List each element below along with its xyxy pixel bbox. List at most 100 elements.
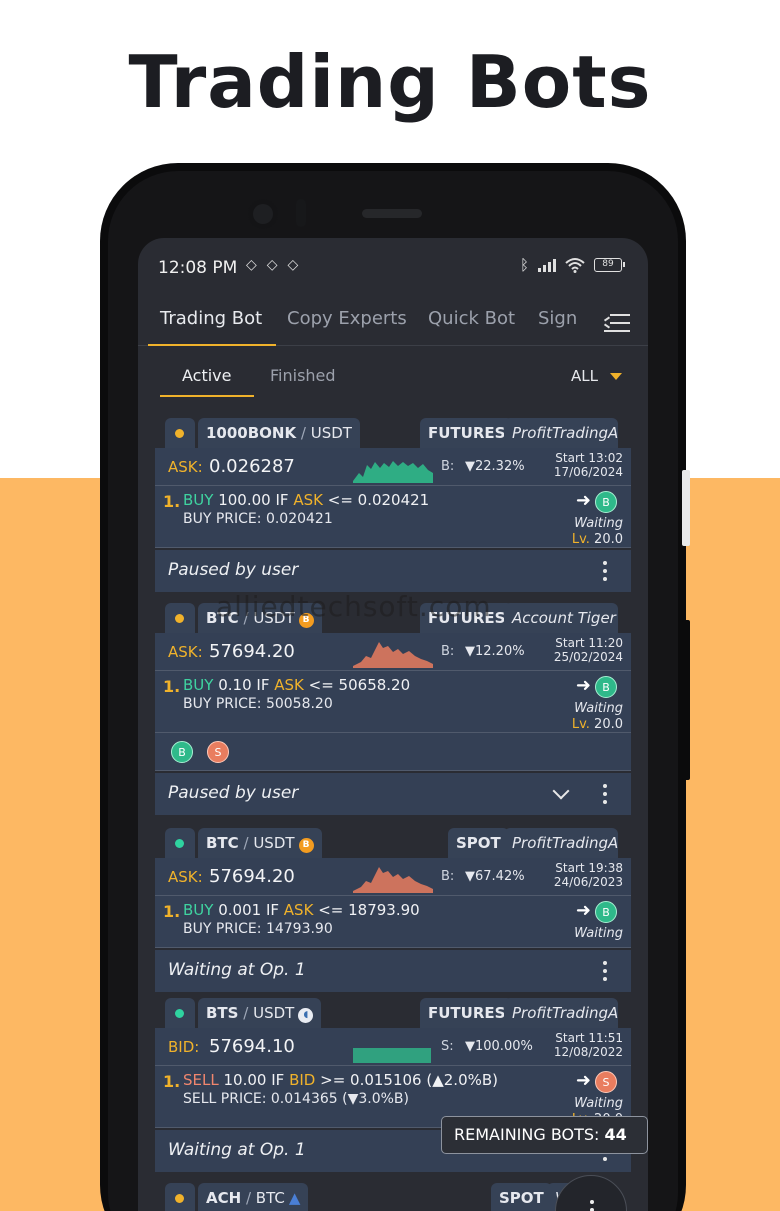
start-info: Start 11:20 25/02/2024 (554, 636, 623, 664)
bluetooth-icon: ᛒ (519, 256, 529, 274)
side-label: B: (441, 459, 455, 474)
remaining-label: REMAINING BOTS: (454, 1125, 600, 1144)
bot-card[interactable]: 1000BONK / USDT FUTURES ProfitTradingA. … (155, 418, 631, 592)
market-tag: FUTURES (420, 418, 514, 448)
op-side: BUY (183, 901, 214, 919)
sensor (296, 199, 306, 227)
filter-dropdown[interactable]: ALL (571, 367, 622, 385)
chevron-down-icon[interactable] (552, 782, 570, 800)
more-options-icon[interactable] (603, 784, 607, 804)
pair-quote: USDT (310, 424, 352, 442)
remaining-bots-badge: REMAINING BOTS: 44 (441, 1116, 648, 1154)
sell-chip[interactable]: S (207, 741, 229, 763)
buy-badge: B (595, 676, 617, 698)
operation-price: BUY PRICE: 0.020421 (183, 511, 333, 527)
buy-chip[interactable]: B (171, 741, 193, 763)
status-bar: 12:08 PM ◇◇◇ ᛒ 89 (138, 238, 648, 298)
price-row: ASK: 57694.20 B: ▼67.42% Start 19:38 24/0… (155, 858, 631, 896)
status-filter-tabs: Active Finished ALL (138, 348, 648, 398)
subtab-finished[interactable]: Finished (270, 366, 336, 385)
price-label: BID: (168, 1038, 200, 1056)
operation-condition: SELL 10.00 IF BID >= 0.015106 (▲2.0%B) (183, 1071, 498, 1089)
front-camera (248, 199, 278, 229)
op-amount: 100.00 (218, 491, 271, 509)
account-tag: ProfitTradingA. (504, 998, 618, 1028)
start-info: Start 19:38 24/06/2023 (554, 861, 623, 889)
pair-base: BTS (206, 1004, 239, 1022)
bot-card[interactable]: BTC / USDT B SPOT ProfitTradingA. ASK: 57… (155, 828, 631, 992)
card-body: ASK: 57694.20 B: ▼12.20% Start 11:20 25/0… (155, 633, 631, 771)
price-row: BID: 57694.10 S: ▼100.00% Start 11:51 12/… (155, 1028, 631, 1066)
status-dot (165, 418, 195, 448)
operation-condition: BUY 0.10 IF ASK <= 50658.20 (183, 676, 410, 694)
change-percent: ▼22.32% (465, 459, 525, 474)
subtab-active[interactable]: Active (182, 366, 232, 385)
account-tag: ProfitTradingA. (504, 828, 618, 858)
price-row: ASK: 0.026287 B: ▼22.32% Start 13:02 17/0… (155, 448, 631, 486)
tab-copy-experts[interactable]: Copy Experts (287, 308, 407, 329)
card-body: ASK: 57694.20 B: ▼67.42% Start 19:38 24/0… (155, 858, 631, 948)
pair-quote: USDT (253, 834, 295, 852)
pair-quote: USDT (253, 1004, 295, 1022)
op-if: IF (271, 1071, 285, 1089)
tab-quick-bot[interactable]: Quick Bot (428, 308, 515, 329)
leverage-value: 20.0 (594, 532, 623, 547)
operation-condition: BUY 100.00 IF ASK <= 0.020421 (183, 491, 429, 509)
tab-signals[interactable]: Sign (538, 308, 578, 329)
op-side: SELL (183, 1071, 219, 1089)
op-if: IF (265, 901, 280, 919)
status-dot (165, 603, 195, 633)
buy-badge: B (595, 491, 617, 513)
operation-state: Waiting (574, 926, 623, 941)
market-type: FUTURES (428, 1004, 506, 1022)
start-date: 25/02/2024 (553, 650, 623, 664)
pair-tag: BTC / USDT B (198, 828, 322, 858)
pair-tag: ACH / BTC ▲ (198, 1183, 309, 1211)
op-cond: <= 18793.90 (318, 901, 420, 919)
price-value: 57694.10 (209, 1036, 295, 1057)
op-cond: <= 50658.20 (308, 676, 411, 694)
op-ref: BID (289, 1071, 316, 1089)
pair-separator: / (243, 1004, 249, 1022)
op-if: IF (275, 491, 289, 509)
market-tag: SPOT (491, 1183, 552, 1211)
operation-condition: BUY 0.001 IF ASK <= 18793.90 (183, 901, 420, 919)
operation-row: 1. BUY 0.001 IF ASK <= 18793.90 BUY PRIC… (155, 896, 631, 948)
caret-down-icon (610, 372, 622, 380)
op-side: BUY (183, 676, 214, 694)
operation-number: 1. (163, 902, 181, 921)
side-label: B: (441, 644, 455, 659)
card-body: BID: 57694.10 S: ▼100.00% Start 11:51 12/… (155, 1028, 631, 1128)
more-options-icon[interactable] (603, 561, 607, 581)
sparkline-chart (353, 867, 433, 893)
bitshares-icon: ◖ (298, 1008, 314, 1023)
leverage-label: Lv. (571, 532, 590, 547)
wifi-icon (565, 258, 585, 273)
bot-status-text: Paused by user (168, 783, 299, 803)
market-type: FUTURES (428, 424, 506, 442)
op-ref: ASK (274, 676, 304, 694)
market-type: SPOT (456, 834, 501, 852)
pair-quote: BTC (255, 1189, 285, 1207)
card-footer: Paused by user (155, 773, 631, 815)
pair-base: BTC (206, 834, 239, 852)
tab-trading-bot[interactable]: Trading Bot (160, 308, 262, 329)
op-ref: ASK (283, 901, 314, 919)
earpiece-speaker (362, 209, 422, 218)
bot-card[interactable]: BTC / USDT B FUTURES Account Tiger ASK: 5… (155, 603, 631, 815)
status-dot (165, 828, 195, 858)
menu-icon[interactable] (603, 313, 630, 333)
battery-icon: 89 (594, 258, 625, 272)
op-amount: 0.10 (218, 676, 252, 694)
market-type: SPOT (499, 1189, 544, 1207)
price-label: ASK: (168, 868, 203, 886)
sparkline-chart (353, 642, 433, 668)
price-row: ASK: 57694.20 B: ▼12.20% Start 11:20 25/0… (155, 633, 631, 671)
leverage-label: Lv. (571, 717, 590, 732)
more-options-icon[interactable] (603, 961, 607, 981)
price-label: ASK: (168, 458, 203, 476)
pair-tag: BTS / USDT ◖ (198, 998, 322, 1028)
sparkline-chart (353, 461, 433, 483)
start-date: 12/08/2022 (553, 1045, 623, 1059)
operation-state: Waiting (574, 516, 623, 531)
